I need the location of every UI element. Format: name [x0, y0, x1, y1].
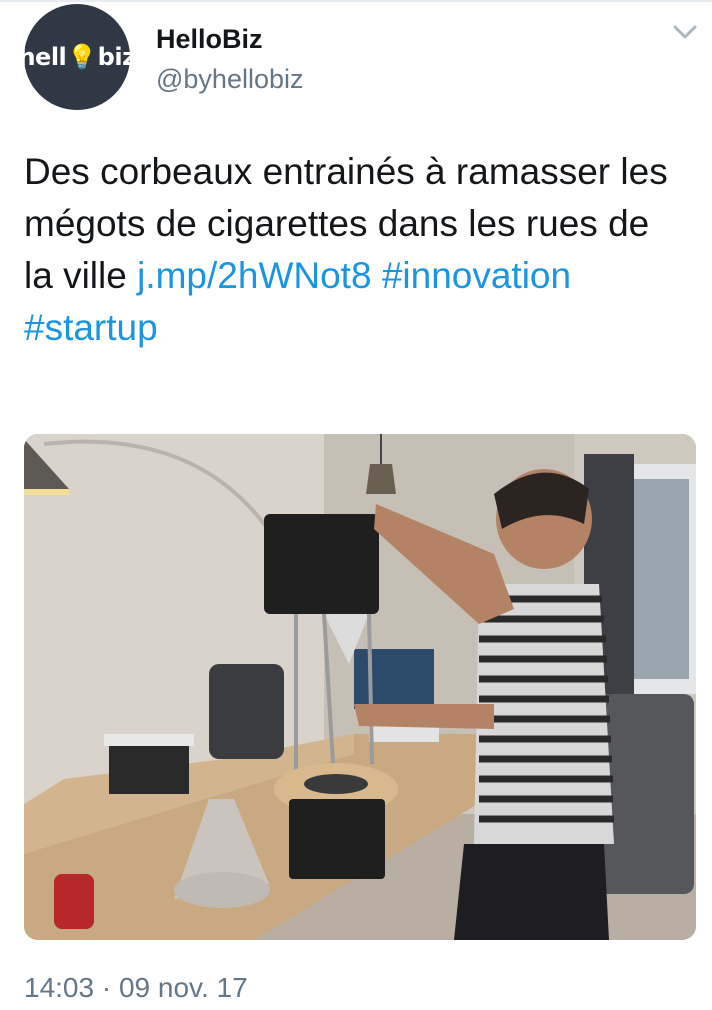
avatar[interactable]: hell 💡 biz [18, 4, 136, 110]
author-handle[interactable]: @byhellobiz [156, 64, 304, 95]
photo-illustration [24, 434, 696, 940]
chevron-down-icon[interactable] [672, 22, 698, 42]
hashtag-innovation[interactable]: #innovation [382, 255, 571, 296]
top-divider [0, 0, 712, 2]
hashtag-startup[interactable]: #startup [24, 307, 158, 348]
author-name[interactable]: HelloBiz [156, 24, 263, 55]
avatar-text-right: biz [97, 43, 136, 71]
tweet-link[interactable]: j.mp/2hWNot8 [137, 255, 371, 296]
tweet-timestamp[interactable]: 14:03 · 09 nov. 17 [24, 972, 248, 1004]
lightbulb-icon: 💡 [67, 43, 97, 71]
tweet-text: Des corbeaux entrainés à ramasser les mé… [24, 146, 684, 354]
avatar-text-left: hell [18, 43, 67, 71]
tweet-photo[interactable] [24, 434, 696, 940]
